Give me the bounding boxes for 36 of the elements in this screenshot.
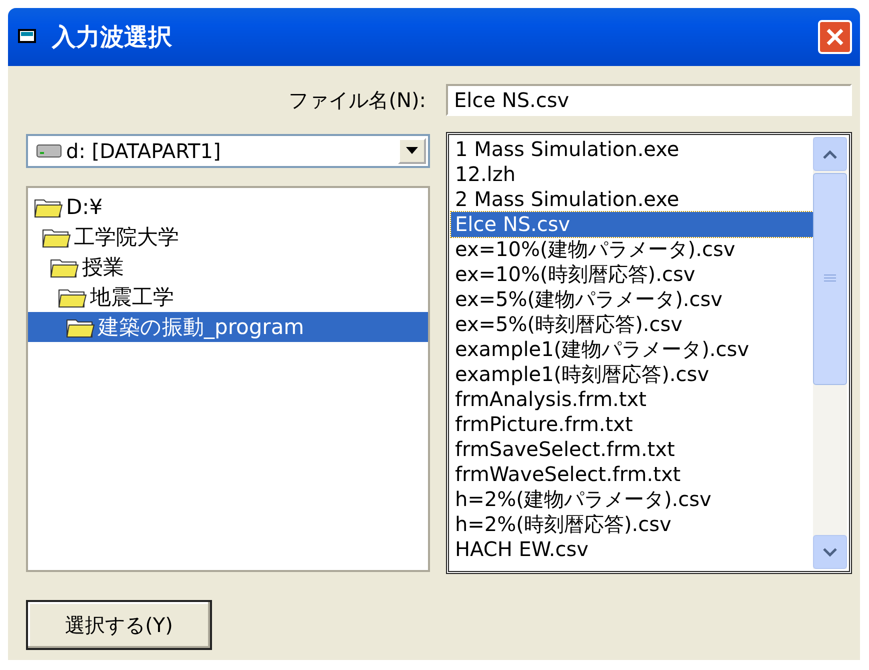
- close-button[interactable]: [818, 20, 852, 54]
- folder-item[interactable]: 地震工学: [28, 282, 428, 312]
- folder-item[interactable]: 授業: [28, 252, 428, 282]
- file-item[interactable]: frmWaveSelect.frm.txt: [451, 462, 813, 487]
- file-item[interactable]: frmAnalysis.frm.txt: [451, 387, 813, 412]
- select-button[interactable]: 選択する(Y): [26, 600, 212, 650]
- window-title: 入力波選択: [52, 22, 173, 53]
- folder-item[interactable]: 工学院大学: [28, 222, 428, 252]
- drive-value: d: [DATAPART1]: [66, 139, 222, 163]
- file-item[interactable]: frmPicture.frm.txt: [451, 412, 813, 437]
- file-item[interactable]: ex=5%(時刻暦応答).csv: [451, 312, 813, 337]
- dropdown-button[interactable]: [398, 138, 426, 164]
- drive-icon: [36, 144, 62, 158]
- scrollbar[interactable]: [813, 137, 847, 569]
- file-item[interactable]: HACH EW.csv: [451, 537, 813, 562]
- file-item[interactable]: 1 Mass Simulation.exe: [451, 137, 813, 162]
- file-item[interactable]: h=2%(建物パラメータ).csv: [451, 487, 813, 512]
- file-item[interactable]: example1(時刻暦応答).csv: [451, 362, 813, 387]
- file-item[interactable]: Elce NS.csv: [451, 212, 813, 237]
- file-item[interactable]: example1(建物パラメータ).csv: [451, 337, 813, 362]
- filename-field[interactable]: Elce NS.csv: [446, 84, 852, 116]
- grip-icon: [824, 274, 836, 284]
- file-item[interactable]: 2 Mass Simulation.exe: [451, 187, 813, 212]
- close-icon: [825, 27, 845, 47]
- file-item[interactable]: frmSaveSelect.frm.txt: [451, 437, 813, 462]
- file-item[interactable]: ex=10%(時刻暦応答).csv: [451, 262, 813, 287]
- file-item[interactable]: ex=5%(建物パラメータ).csv: [451, 287, 813, 312]
- file-item[interactable]: 12.lzh: [451, 162, 813, 187]
- filename-label: ファイル名(N):: [288, 86, 426, 114]
- window-icon: [18, 29, 38, 45]
- drive-dropdown[interactable]: d: [DATAPART1]: [26, 134, 430, 168]
- folder-item[interactable]: 建築の振動_program: [28, 312, 428, 342]
- folder-item[interactable]: D:¥: [28, 192, 428, 222]
- file-item[interactable]: h=2%(時刻暦応答).csv: [451, 512, 813, 537]
- file-item[interactable]: ex=10%(建物パラメータ).csv: [451, 237, 813, 262]
- caret-icon: [406, 147, 418, 155]
